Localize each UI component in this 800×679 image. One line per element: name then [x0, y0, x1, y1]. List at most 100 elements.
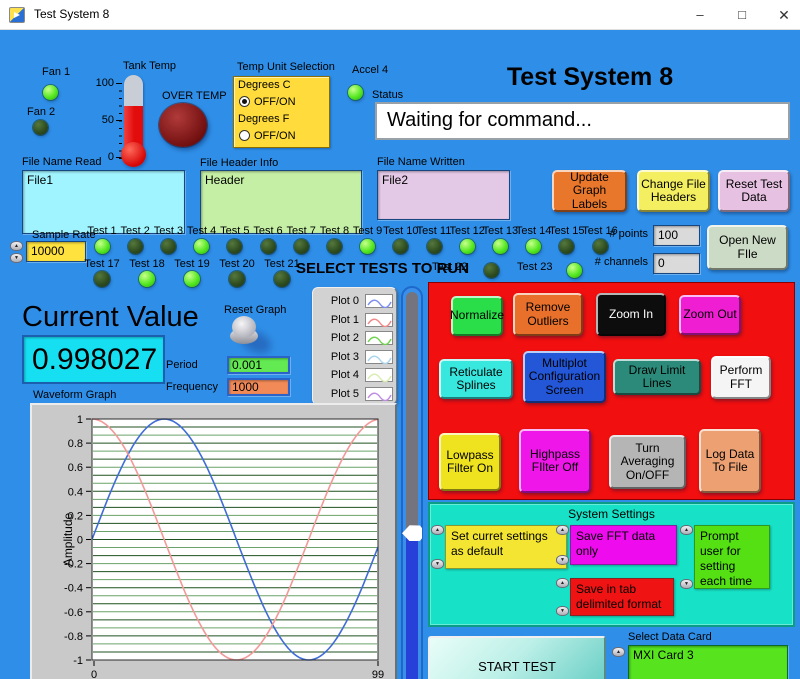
svg-text:0.6: 0.6: [68, 462, 83, 474]
test-led-test-3[interactable]: [160, 239, 176, 254]
data-card-spinner-arrow-up-icon[interactable]: ▲: [612, 647, 625, 657]
window-title: Test System 8: [34, 7, 110, 21]
data-card-spinner[interactable]: ▲▼: [612, 647, 625, 679]
normalize-button[interactable]: Normalize: [450, 296, 504, 336]
radio-degrees-c[interactable]: [239, 94, 250, 112]
test-led-test-17[interactable]: [94, 271, 110, 287]
legend-swatch-plot-3[interactable]: [365, 349, 393, 364]
sample-rate-spinner[interactable]: ▲ ▼: [10, 241, 23, 263]
remove-outliers-button[interactable]: Remove Outliers: [513, 293, 583, 336]
legend-swatch-plot-0[interactable]: [365, 294, 393, 309]
test-led-test-5[interactable]: [227, 239, 243, 254]
test-led-test-4[interactable]: [194, 239, 210, 254]
vertical-slider[interactable]: [401, 286, 423, 679]
titlebar: Test System 8 – □ ✕: [0, 0, 800, 30]
legend-label-plot-3[interactable]: Plot 3: [317, 351, 359, 363]
test-led-test-21[interactable]: [274, 271, 290, 287]
spinner-up-icon[interactable]: ▲: [680, 525, 693, 535]
test-led-test-19[interactable]: [184, 271, 200, 287]
setting-spinner-prompt-user-for-setting-each-time[interactable]: ▲ ▼: [680, 525, 693, 589]
sample-rate-field[interactable]: 10000: [26, 241, 86, 262]
minimize-button[interactable]: –: [680, 0, 720, 30]
highpass-filter-off-button[interactable]: Highpass FIlter Off: [519, 429, 591, 493]
legend-label-plot-2[interactable]: Plot 2: [317, 332, 359, 344]
zoom-out-button[interactable]: Zoom Out: [679, 295, 741, 335]
data-card-ring[interactable]: MXI Card 3: [628, 645, 788, 679]
test-led-test-16[interactable]: [592, 239, 608, 254]
multiplot-configuration-screen-button[interactable]: Multiplot Configuration Screen: [523, 351, 606, 403]
reset-test-data-button[interactable]: Reset Test Data: [718, 170, 790, 212]
spinner-down-icon[interactable]: ▼: [431, 559, 444, 569]
change-file-headers-button[interactable]: Change File Headers: [637, 170, 710, 212]
spinner-up-icon[interactable]: ▲: [556, 525, 569, 535]
test-led-test-11[interactable]: [426, 239, 442, 254]
legend-swatch-plot-5[interactable]: [365, 387, 393, 402]
legend-label-plot-1[interactable]: Plot 1: [317, 314, 359, 326]
spinner-down-icon[interactable]: ▼: [556, 555, 569, 565]
spinner-up-icon[interactable]: ▲: [556, 578, 569, 588]
test-led-label-test-18: Test 18: [129, 258, 165, 270]
thermo-scale-0: 0: [107, 151, 114, 163]
legend-label-plot-0[interactable]: Plot 0: [317, 295, 359, 307]
perform-fft-button[interactable]: Perform FFT: [711, 356, 771, 399]
slider-pointer[interactable]: [402, 525, 422, 542]
reticulate-splines-button[interactable]: Reticulate Splines: [439, 359, 513, 399]
radio-icon[interactable]: [239, 96, 250, 107]
open-new-file-button[interactable]: Open New FIle: [707, 225, 788, 270]
test-led-test-20[interactable]: [229, 271, 245, 287]
file-name-written-field[interactable]: File2: [377, 170, 510, 220]
test-led-test-8[interactable]: [326, 239, 342, 254]
app-window: Test System 8 – □ ✕ Fan 1 Fan 2 Tank Tem…: [0, 0, 800, 679]
setting-spinner-save-fft-data-only[interactable]: ▲ ▼: [556, 525, 569, 565]
frequency-field[interactable]: 1000: [227, 378, 290, 396]
test-led-test-10[interactable]: [393, 239, 409, 254]
knob-cap: [232, 316, 256, 338]
turn-averaging-on-off-button[interactable]: Turn Averaging On/OFF: [609, 435, 686, 489]
legend-label-plot-5[interactable]: Plot 5: [317, 388, 359, 400]
zoom-in-button[interactable]: Zoom In: [596, 293, 666, 336]
legend-swatch-plot-2[interactable]: [365, 331, 393, 346]
test-led-test-9[interactable]: [360, 239, 376, 254]
legend-swatch-plot-1[interactable]: [365, 312, 393, 327]
setting-spinner-set-curret-settings-as-default[interactable]: ▲ ▼: [431, 525, 444, 569]
test-led-test-22[interactable]: [483, 263, 499, 278]
test-led-test-6[interactable]: [260, 239, 276, 254]
period-field[interactable]: 0.001: [227, 356, 290, 374]
test-led-test-7[interactable]: [293, 239, 309, 254]
start-test-button[interactable]: START TEST: [428, 636, 606, 679]
test-led-test-12[interactable]: [459, 239, 475, 254]
select-data-card-label: Select Data Card: [628, 631, 712, 643]
test-led-test-14[interactable]: [526, 239, 542, 254]
svg-text:0.8: 0.8: [68, 438, 83, 450]
test-led-test-18[interactable]: [139, 271, 155, 287]
sample-rate-spinner-arrow-up-icon[interactable]: ▲: [10, 241, 23, 251]
lowpass-filter-on-button[interactable]: Lowpass Filter On: [439, 433, 501, 491]
setting-option-save-in-tab-delimited-format[interactable]: Save in tab delimited format: [570, 578, 674, 616]
maximize-button[interactable]: □: [722, 0, 762, 30]
legend-label-plot-4[interactable]: Plot 4: [317, 369, 359, 381]
spinner-down-icon[interactable]: ▼: [680, 579, 693, 589]
test-led-test-13[interactable]: [492, 239, 508, 254]
setting-spinner-save-in-tab-delimited-format[interactable]: ▲ ▼: [556, 578, 569, 616]
test-led-test-1[interactable]: [94, 239, 110, 254]
close-button[interactable]: ✕: [764, 0, 800, 30]
radio-icon[interactable]: [239, 130, 250, 141]
spinner-down-icon[interactable]: ▼: [556, 606, 569, 616]
temp-unit-option-c-toggle: OFF/ON: [254, 96, 296, 108]
update-graph-labels-button[interactable]: Update Graph Labels: [552, 170, 627, 212]
setting-option-save-fft-data-only[interactable]: Save FFT data only: [570, 525, 677, 565]
radio-degrees-f[interactable]: [239, 128, 250, 146]
y-axis-label: Amplitude: [61, 513, 75, 567]
legend-swatch-plot-4[interactable]: [365, 368, 393, 383]
setting-option-prompt-user-for-setting-each-time[interactable]: Prompt user for setting each time: [694, 525, 770, 589]
svg-text:0.4: 0.4: [68, 486, 83, 498]
setting-option-set-curret-settings-as-default[interactable]: Set curret settings as default: [445, 525, 567, 569]
draw-limit-lines-button[interactable]: Draw Limit Lines: [613, 359, 701, 395]
spinner-up-icon[interactable]: ▲: [431, 525, 444, 535]
slider-track[interactable]: [406, 292, 418, 679]
log-data-to-file-button[interactable]: Log Data To File: [699, 429, 761, 493]
test-led-test-23[interactable]: [566, 263, 582, 278]
test-led-test-2[interactable]: [127, 239, 143, 254]
sample-rate-spinner-arrow-down-icon[interactable]: ▼: [10, 253, 23, 263]
test-led-test-15[interactable]: [559, 239, 575, 254]
